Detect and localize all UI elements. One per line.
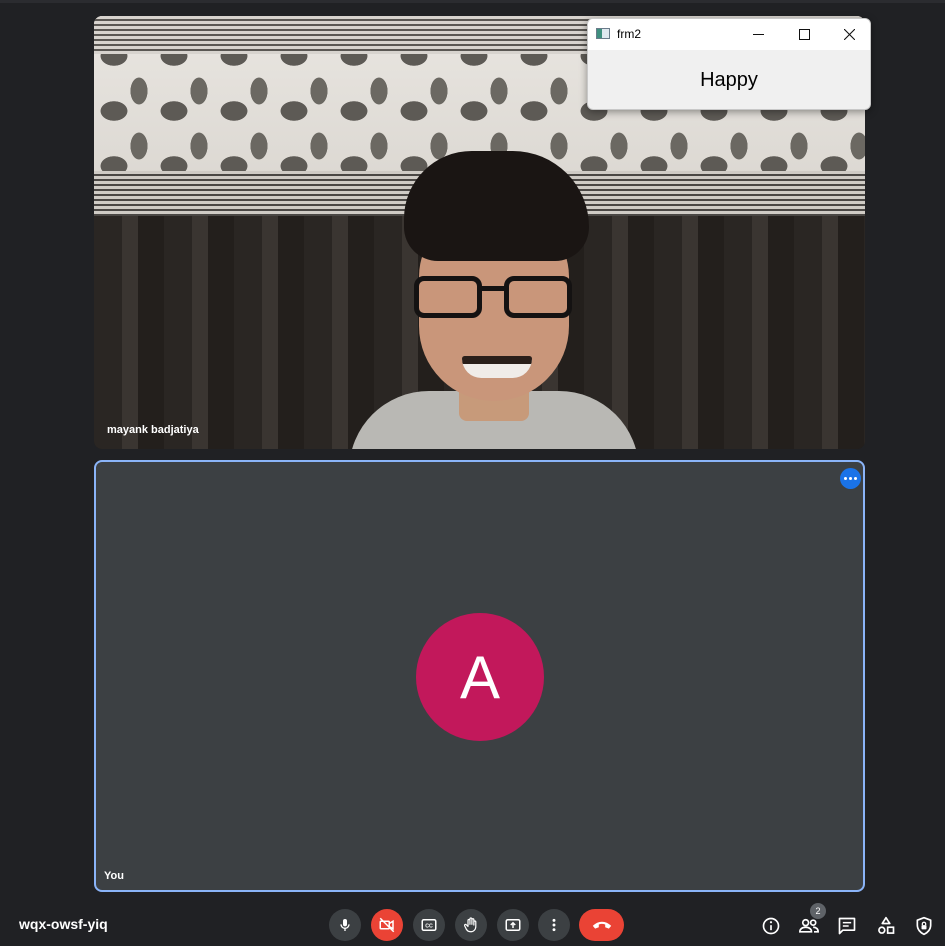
captions-icon: CC	[421, 919, 437, 931]
info-icon	[762, 917, 780, 935]
mic-icon	[340, 919, 350, 931]
smile	[462, 356, 532, 378]
chat-button[interactable]	[834, 913, 860, 939]
activities-button[interactable]	[873, 913, 899, 939]
close-icon	[843, 29, 855, 40]
window-titlebar[interactable]: frm2	[588, 19, 870, 50]
more-options-button[interactable]	[538, 909, 570, 941]
camera-off-icon	[379, 917, 395, 933]
svg-text:CC: CC	[425, 924, 433, 930]
maximize-button[interactable]	[781, 19, 827, 50]
present-button[interactable]	[497, 909, 529, 941]
meeting-code: wqx-owsf-yiq	[19, 916, 108, 932]
maximize-icon	[798, 29, 810, 40]
app-icon	[596, 28, 610, 39]
raise-hand-button[interactable]	[455, 909, 487, 941]
tile-more-options-button[interactable]	[840, 468, 861, 489]
raise-hand-icon	[464, 917, 477, 933]
participant-figure	[349, 141, 639, 449]
close-button[interactable]	[826, 19, 870, 50]
top-divider	[0, 0, 945, 3]
emotion-label: Happy	[700, 69, 758, 91]
frm2-window[interactable]: frm2 Happy	[587, 18, 871, 110]
minimize-icon	[752, 34, 764, 35]
meeting-details-button[interactable]	[758, 913, 784, 939]
host-controls-icon	[916, 916, 932, 936]
glasses	[414, 276, 574, 320]
people-icon	[798, 918, 820, 933]
present-icon	[505, 919, 521, 931]
activities-icon	[878, 916, 895, 934]
mic-button[interactable]	[329, 909, 361, 941]
hair	[404, 151, 589, 261]
chat-icon	[838, 917, 856, 935]
self-participant-tile[interactable]: A You	[94, 460, 865, 892]
host-controls-button[interactable]	[911, 913, 937, 939]
window-title: frm2	[617, 27, 641, 41]
camera-toggle-button[interactable]	[371, 909, 403, 941]
participant-count-badge: 2	[810, 903, 826, 919]
minimize-button[interactable]	[735, 19, 781, 50]
captions-button[interactable]: CC	[413, 909, 445, 941]
self-participant-name: You	[104, 870, 124, 882]
avatar: A	[416, 613, 544, 741]
remote-participant-name: mayank badjatiya	[107, 424, 199, 436]
hang-up-icon	[592, 921, 611, 929]
more-options-icon	[552, 918, 556, 932]
leave-call-button[interactable]	[579, 909, 624, 941]
